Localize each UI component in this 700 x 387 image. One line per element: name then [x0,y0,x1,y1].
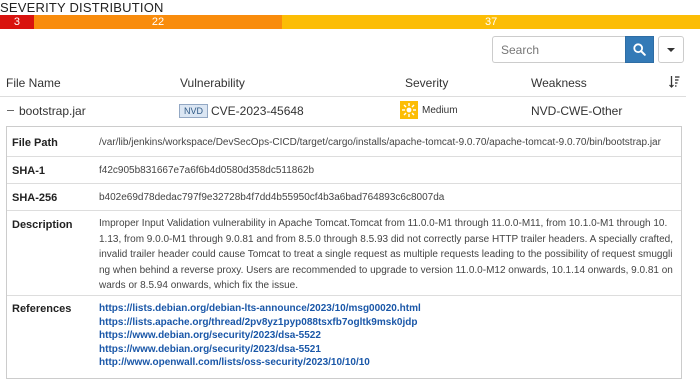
vulnerability-details: File Path /var/lib/jenkins/workspace/Dev… [6,126,682,379]
sha1-label: SHA-1 [12,165,46,177]
search-input[interactable] [492,36,625,63]
severity-distribution-title: SEVERITY DISTRIBUTION [0,0,164,15]
collapse-icon[interactable] [7,110,14,111]
reference-item: https://lists.debian.org/debian-lts-anno… [99,302,421,316]
file-path-value: /var/lib/jenkins/workspace/DevSecOps-CIC… [99,137,661,148]
column-weakness[interactable]: Weakness [531,76,587,90]
search-icon [633,43,646,56]
caret-down-icon [667,47,675,52]
reference-link[interactable]: https://lists.debian.org/debian-lts-anno… [99,303,421,314]
severity-segment: 3 [0,15,34,29]
reference-link[interactable]: https://lists.apache.org/thread/2pv8yz1p… [99,317,417,328]
sha256-value: b402e69d78dedac797f9e32728b4f7dd4b55950c… [99,192,445,203]
description-label: Description [12,219,73,231]
reference-link[interactable]: https://www.debian.org/security/2023/dsa… [99,330,321,341]
severity-segment: 37 [282,15,700,29]
detail-sha256-row: SHA-256 b402e69d78dedac797f9e32728b4f7dd… [7,184,681,211]
weakness-cell: NVD-CWE-Other [531,104,623,118]
search-button[interactable] [625,36,654,63]
severity-distribution-bar: 3 22 37 [0,15,700,29]
sort-icon[interactable] [669,75,680,88]
reference-item: https://lists.apache.org/thread/2pv8yz1p… [99,316,421,330]
references-label: References [12,303,72,315]
detail-file-path-row: File Path /var/lib/jenkins/workspace/Dev… [7,127,681,157]
detail-sha1-row: SHA-1 f42c905b831667e7a6f6b4d0580d358dc5… [7,157,681,184]
severity-segment: 22 [33,15,283,29]
description-value: Improper Input Validation vulnerability … [99,218,674,291]
table-header: File Name Vulnerability Severity Weaknes… [0,66,686,97]
search-group [492,36,684,63]
column-vulnerability[interactable]: Vulnerability [180,76,245,90]
reference-link[interactable]: http://www.openwall.com/lists/oss-securi… [99,357,370,368]
source-badge: NVD [179,104,209,118]
severity-label: Medium [422,105,458,116]
column-severity[interactable]: Severity [405,76,448,90]
sha1-value: f42c905b831667e7a6f6b4d0580d358dc511862b [99,165,315,176]
search-options-dropdown[interactable] [658,36,684,63]
table-row[interactable]: bootstrap.jar NVD CVE-2023-45648 Medium … [0,97,686,124]
column-file-name[interactable]: File Name [6,76,61,90]
references-list: https://lists.debian.org/debian-lts-anno… [99,302,421,370]
detail-description-row: Description Improper Input Validation vu… [7,211,681,296]
detail-references-row: References https://lists.debian.org/debi… [7,296,681,378]
severity-medium-icon [400,101,418,119]
sha256-label: SHA-256 [12,192,58,204]
reference-item: https://www.debian.org/security/2023/dsa… [99,329,421,343]
reference-item: https://www.debian.org/security/2023/dsa… [99,343,421,357]
file-name-cell: bootstrap.jar [19,104,86,118]
reference-item: http://www.openwall.com/lists/oss-securi… [99,356,421,370]
reference-link[interactable]: https://www.debian.org/security/2023/dsa… [99,344,321,355]
file-path-label: File Path [12,137,58,149]
cve-id[interactable]: CVE-2023-45648 [211,104,304,118]
